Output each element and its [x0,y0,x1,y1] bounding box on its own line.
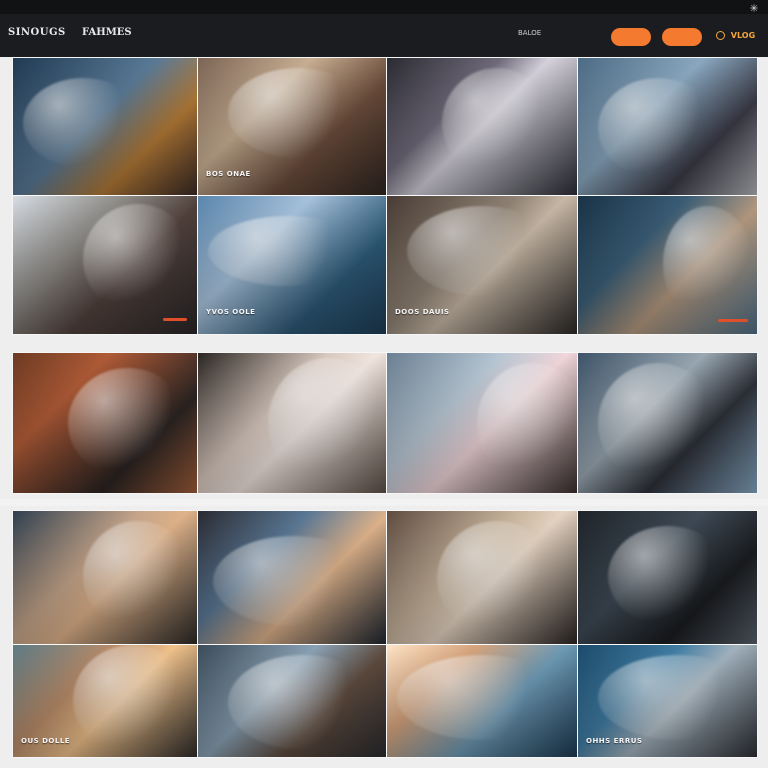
artwork [13,353,197,493]
artwork [387,353,577,493]
brand-right[interactable]: FAHMES [82,27,132,38]
nav-right-item-3[interactable]: BALOE [518,29,541,37]
gallery-tile-r2c2[interactable]: YVOS OOLE [197,195,387,335]
vlog-icon [716,31,725,40]
brand-left[interactable]: SINOUGS [8,27,66,38]
artwork [198,353,386,493]
artwork [13,196,197,334]
gallery-panel-1: BOS ONAE YVOS OOLE DOOS DAUIS [0,57,768,346]
tile-caption: YVOS OOLE [206,308,256,316]
top-bar: SINOUGS FAHMES BALOE VLOG [0,0,768,57]
gallery-tile-r1c1[interactable] [12,57,198,196]
vlog-label: VLOG [730,31,756,40]
artwork [387,511,577,644]
nav-right: BALOE [478,29,541,37]
gallery-panel-2 [0,346,768,499]
gallery-tile-r4c2[interactable] [197,510,387,645]
tile-caption: DOOS DAUIS [395,308,450,316]
artwork [198,645,386,757]
gallery-tile-r3c3[interactable] [386,352,578,494]
vlog-link[interactable]: VLOG [716,31,755,40]
gallery-tile-r4c3[interactable] [386,510,578,645]
artwork [387,58,577,195]
gallery-tile-r2c1[interactable] [12,195,198,335]
gallery-tile-r1c3[interactable] [386,57,578,196]
utility-bar [0,0,768,14]
gallery-panel-3: OUS DOLLE OHHS ERRUS [0,506,768,768]
gallery-tile-r4c4[interactable] [577,510,758,645]
tile-caption: BOS ONAE [206,170,251,178]
tile-caption: OUS DOLLE [21,737,71,745]
artwork [578,353,757,493]
settings-icon[interactable] [750,4,758,12]
gallery-tile-r5c1[interactable]: OUS DOLLE [12,644,198,758]
artwork [578,196,757,334]
gallery-tile-r3c1[interactable] [12,352,198,494]
artwork [387,645,577,757]
gallery-tile-r2c4[interactable] [577,195,758,335]
gallery-tile-r4c1[interactable] [12,510,198,645]
gallery-tile-r3c2[interactable] [197,352,387,494]
gallery-tile-r1c4[interactable] [577,57,758,196]
gallery-tile-r3c4[interactable] [577,352,758,494]
gallery-tile-r5c3[interactable] [386,644,578,758]
artwork [578,58,757,195]
gallery-tile-r5c2[interactable] [197,644,387,758]
tile-caption: OHHS ERRUS [586,737,643,745]
utility-right [694,3,758,12]
artwork [13,58,197,195]
primary-button-1[interactable] [611,28,651,46]
artwork [13,511,197,644]
gallery-tile-r5c4[interactable]: OHHS ERRUS [577,644,758,758]
primary-button-2[interactable] [662,28,702,46]
gallery-tile-r1c2[interactable]: BOS ONAE [197,57,387,196]
progress-bar [163,318,187,321]
progress-bar [718,319,748,322]
artwork [578,511,757,644]
artwork [198,511,386,644]
gallery-tile-r2c3[interactable]: DOOS DAUIS [386,195,578,335]
